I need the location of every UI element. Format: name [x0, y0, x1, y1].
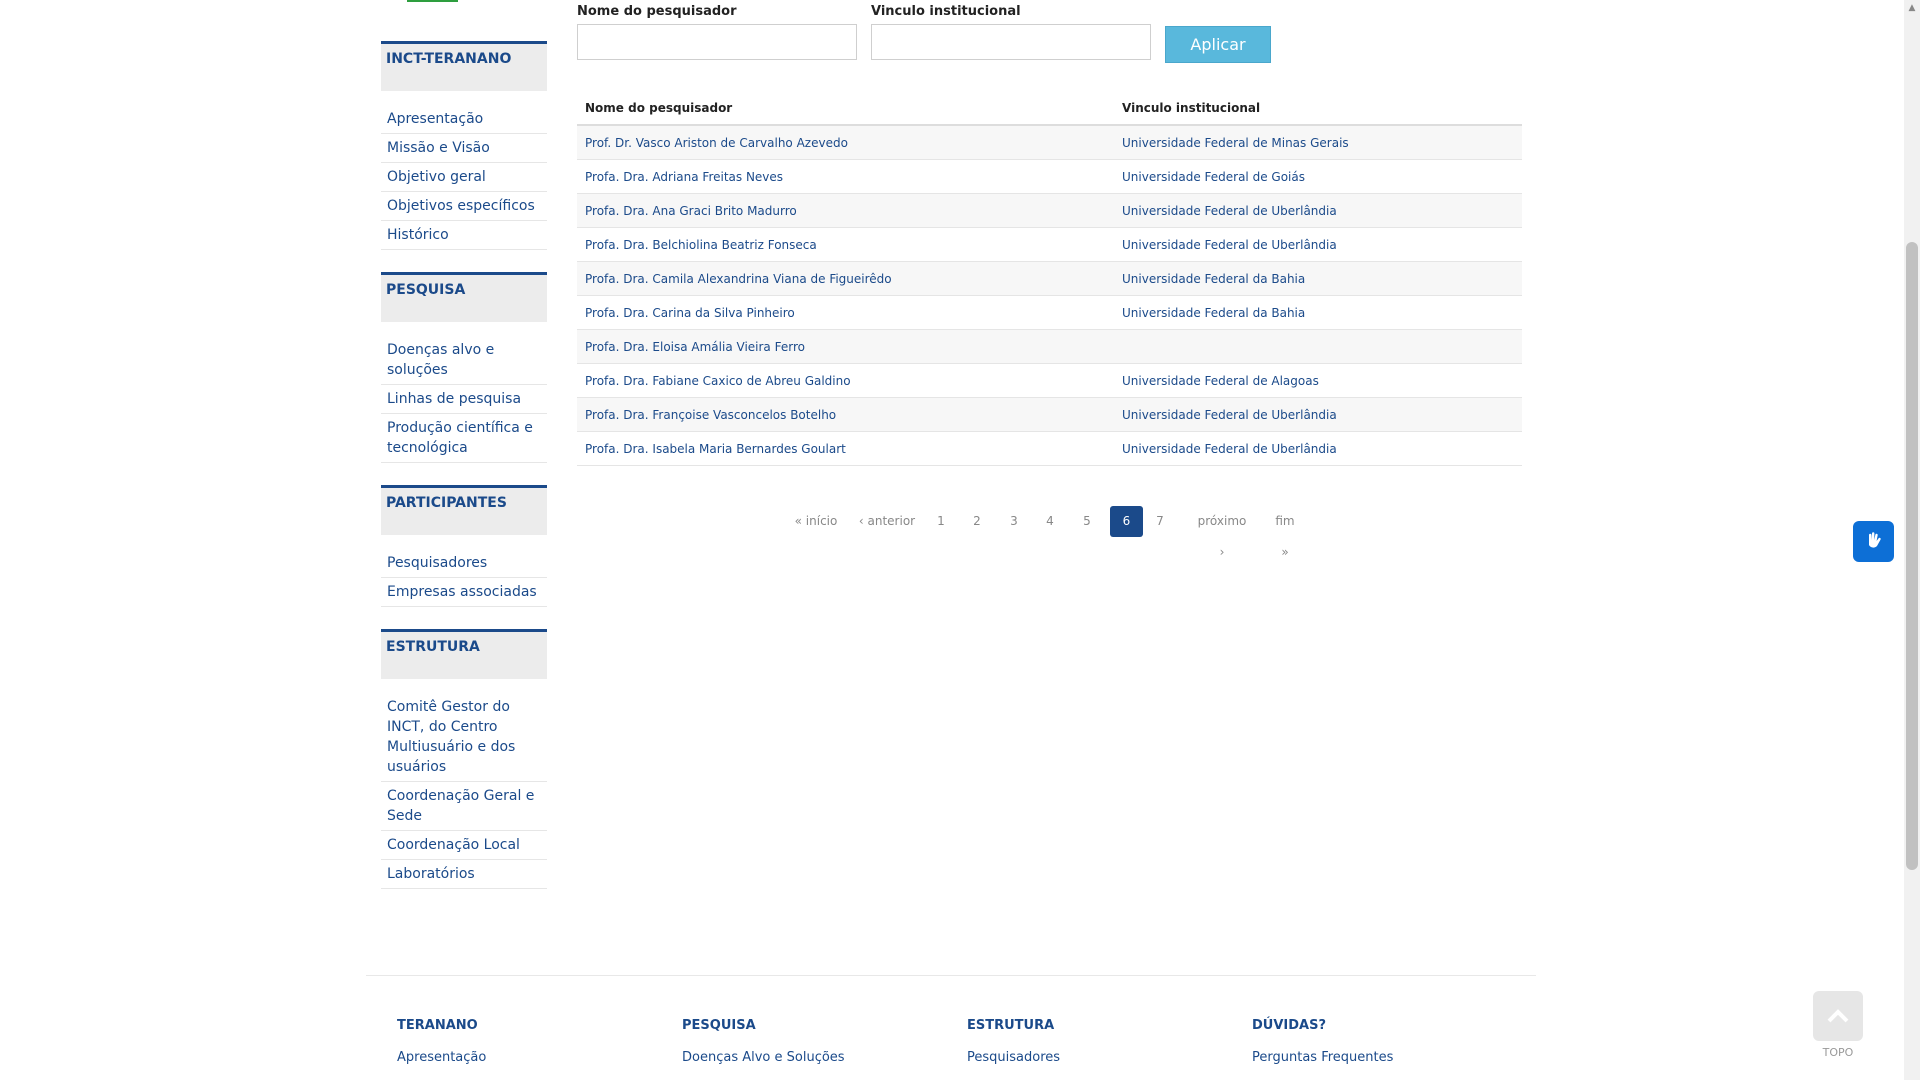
- sidebar-item-coordenacao-geral[interactable]: Coordenação Geral e Sede: [381, 782, 547, 831]
- pager-page-1[interactable]: 1: [934, 506, 948, 537]
- pager-next[interactable]: próximo ›: [1194, 506, 1250, 559]
- footer-column-pesquisa: PESQUISA Doenças Alvo e Soluções: [682, 1018, 922, 1065]
- column-header-name[interactable]: Nome do pesquisador: [577, 92, 1114, 126]
- sidebar-item-historico[interactable]: Histórico: [381, 221, 547, 250]
- footer-link-pesquisadores[interactable]: Pesquisadores: [967, 1050, 1207, 1065]
- researcher-name[interactable]: Profa. Dra. Françoise Vasconcelos Botelh…: [577, 397, 1114, 432]
- sidebar-section: ESTRUTURA Comitê Gestor do INCT, do Cent…: [381, 629, 547, 889]
- column-header-institution[interactable]: Vinculo institucional: [1114, 92, 1522, 126]
- hand-sign-icon: [1868, 531, 1881, 548]
- pager-page-7[interactable]: 7: [1153, 506, 1167, 537]
- sidebar-section: INCT-TERANANO Apresentação Missão e Visã…: [381, 41, 547, 250]
- researcher-institution[interactable]: Universidade Federal de Uberlândia: [1114, 227, 1522, 262]
- researcher-institution[interactable]: Universidade Federal de Goiás: [1114, 159, 1522, 194]
- sidebar-item-comite-gestor[interactable]: Comitê Gestor do INCT, do Centro Multius…: [381, 693, 547, 782]
- sidebar-section-title: PARTICIPANTES: [381, 485, 547, 535]
- footer-column-estrutura: ESTRUTURA Pesquisadores: [967, 1018, 1207, 1065]
- sidebar-section: PESQUISA Doenças alvo e soluções Linhas …: [381, 272, 547, 463]
- institution-filter-input[interactable]: [871, 24, 1151, 60]
- pager-page-6-current[interactable]: 6: [1110, 506, 1143, 537]
- researcher-name[interactable]: Profa. Dra. Camila Alexandrina Viana de …: [577, 261, 1114, 296]
- pager-page-2[interactable]: 2: [970, 506, 984, 537]
- table-row: Profa. Dra. Camila Alexandrina Viana de …: [577, 261, 1522, 296]
- pager-prev[interactable]: ‹ anterior: [858, 506, 916, 537]
- researcher-name[interactable]: Profa. Dra. Isabela Maria Bernardes Goul…: [577, 431, 1114, 466]
- researcher-name[interactable]: Profa. Dra. Ana Graci Brito Madurro: [577, 193, 1114, 228]
- researcher-name[interactable]: Prof. Dr. Vasco Ariston de Carvalho Azev…: [577, 125, 1114, 160]
- footer-column-teranano: TERANANO Apresentação: [397, 1018, 637, 1065]
- researcher-institution: [1114, 329, 1522, 364]
- sidebar-item-pesquisadores[interactable]: Pesquisadores: [381, 549, 547, 578]
- footer-divider: [366, 975, 1536, 976]
- researcher-institution[interactable]: Universidade Federal de Uberlândia: [1114, 193, 1522, 228]
- apply-button[interactable]: Aplicar: [1165, 26, 1271, 63]
- sidebar-section-title: ESTRUTURA: [381, 629, 547, 679]
- chevron-up-icon: [1827, 1009, 1849, 1023]
- sidebar-section: PARTICIPANTES Pesquisadores Empresas ass…: [381, 485, 547, 607]
- sidebar: INCT-TERANANO Apresentação Missão e Visã…: [381, 41, 547, 911]
- scroll-up-arrow-icon[interactable]: ▲: [1906, 2, 1918, 14]
- pager-first[interactable]: « início: [794, 506, 838, 537]
- pager-page-4[interactable]: 4: [1043, 506, 1057, 537]
- vlibras-button[interactable]: [1853, 521, 1894, 562]
- sidebar-section-title: INCT-TERANANO: [381, 41, 547, 91]
- researcher-name[interactable]: Profa. Dra. Eloisa Amália Vieira Ferro: [577, 329, 1114, 364]
- sidebar-item-missao-visao[interactable]: Missão e Visão: [381, 134, 547, 163]
- sidebar-item-coordenacao-local[interactable]: Coordenação Local: [381, 831, 547, 860]
- footer-column-title: PESQUISA: [682, 1018, 756, 1033]
- researcher-institution[interactable]: Universidade Federal da Bahia: [1114, 295, 1522, 330]
- table-row: Profa. Dra. Eloisa Amália Vieira Ferro: [577, 329, 1522, 364]
- footer-link-perguntas-frequentes[interactable]: Perguntas Frequentes: [1252, 1050, 1492, 1065]
- table-row: Profa. Dra. Adriana Freitas Neves Univers…: [577, 159, 1522, 194]
- researcher-institution[interactable]: Universidade Federal de Uberlândia: [1114, 397, 1522, 432]
- sidebar-item-linhas-pesquisa[interactable]: Linhas de pesquisa: [381, 385, 547, 414]
- scrollbar-thumb[interactable]: [1906, 242, 1918, 870]
- researcher-name[interactable]: Profa. Dra. Carina da Silva Pinheiro: [577, 295, 1114, 330]
- sidebar-item-objetivo-geral[interactable]: Objetivo geral: [381, 163, 547, 192]
- researchers-table: Nome do pesquisador Vinculo instituciona…: [577, 92, 1522, 466]
- researcher-institution[interactable]: Universidade Federal de Minas Gerais: [1114, 125, 1522, 160]
- footer-link-apresentacao[interactable]: Apresentação: [397, 1050, 637, 1065]
- footer-column-title: TERANANO: [397, 1018, 478, 1033]
- table-row: Profa. Dra. Carina da Silva Pinheiro Univ…: [577, 295, 1522, 330]
- researcher-institution[interactable]: Universidade Federal de Uberlândia: [1114, 431, 1522, 466]
- table-row: Prof. Dr. Vasco Ariston de Carvalho Azev…: [577, 125, 1522, 160]
- table-row: Profa. Dra. Ana Graci Brito Madurro Unive…: [577, 193, 1522, 228]
- table-row: Profa. Dra. Belchiolina Beatriz Fonseca U…: [577, 227, 1522, 262]
- researcher-name[interactable]: Profa. Dra. Fabiane Caxico de Abreu Gald…: [577, 363, 1114, 398]
- footer-link-doencas-alvo[interactable]: Doenças Alvo e Soluções: [682, 1050, 922, 1065]
- researcher-name[interactable]: Profa. Dra. Belchiolina Beatriz Fonseca: [577, 227, 1114, 262]
- sidebar-item-laboratorios[interactable]: Laboratórios: [381, 860, 547, 889]
- sidebar-item-empresas-associadas[interactable]: Empresas associadas: [381, 578, 547, 607]
- researcher-institution[interactable]: Universidade Federal da Bahia: [1114, 261, 1522, 296]
- sidebar-item-doencas-alvo[interactable]: Doenças alvo e soluções: [381, 336, 547, 385]
- sidebar-item-producao-cientifica[interactable]: Produção científica e tecnológica: [381, 414, 547, 463]
- institution-filter-label: Vinculo institucional: [871, 4, 1021, 19]
- footer-column-duvidas: DÚVIDAS? Perguntas Frequentes: [1252, 1018, 1492, 1065]
- back-to-top-button[interactable]: [1813, 991, 1863, 1041]
- table-row: Profa. Dra. Fabiane Caxico de Abreu Gald…: [577, 363, 1522, 398]
- pager-page-3[interactable]: 3: [1007, 506, 1021, 537]
- back-to-top-label: TOPO: [1822, 1046, 1854, 1059]
- researcher-name[interactable]: Profa. Dra. Adriana Freitas Neves: [577, 159, 1114, 194]
- name-filter-label: Nome do pesquisador: [577, 4, 737, 19]
- sidebar-section-title: PESQUISA: [381, 272, 547, 322]
- table-row: Profa. Dra. Françoise Vasconcelos Botelh…: [577, 397, 1522, 432]
- footer-column-title: ESTRUTURA: [967, 1018, 1055, 1033]
- sidebar-item-objetivos-especificos[interactable]: Objetivos específicos: [381, 192, 547, 221]
- table-row: Profa. Dra. Isabela Maria Bernardes Goul…: [577, 431, 1522, 466]
- name-filter-input[interactable]: [577, 24, 857, 60]
- researcher-institution[interactable]: Universidade Federal de Alagoas: [1114, 363, 1522, 398]
- header-accent-bar: [407, 0, 458, 2]
- sidebar-item-apresentacao[interactable]: Apresentação: [381, 105, 547, 134]
- table-header-row: Nome do pesquisador Vinculo instituciona…: [577, 92, 1522, 126]
- footer-column-title: DÚVIDAS?: [1252, 1018, 1327, 1033]
- pager-page-5[interactable]: 5: [1080, 506, 1094, 537]
- pager-last[interactable]: fim »: [1270, 506, 1300, 559]
